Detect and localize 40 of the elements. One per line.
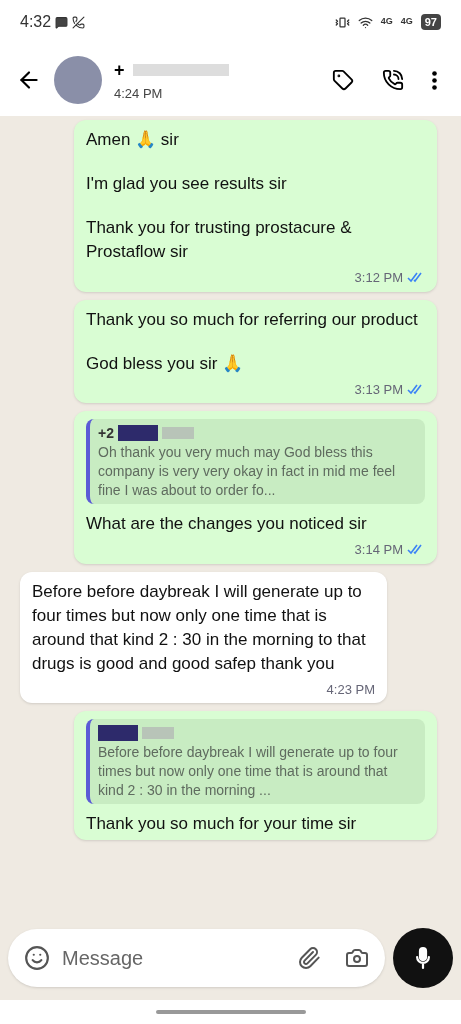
message-text: Amen 🙏 sir xyxy=(86,129,180,151)
attach-icon[interactable] xyxy=(297,946,321,970)
message-text: Thank you so much for referring our product xyxy=(86,308,419,331)
message-text: God bless you sir 🙏 xyxy=(86,352,245,375)
chat-icon xyxy=(55,15,69,29)
redaction-block xyxy=(98,725,138,741)
network-label: 4G xyxy=(380,15,393,29)
message-time: 3:13 PM xyxy=(354,380,403,399)
battery-level: 97 xyxy=(420,13,441,31)
message-field[interactable]: Message xyxy=(62,943,285,973)
wifi-icon xyxy=(357,14,373,30)
message-time: 3:12 PM xyxy=(354,269,403,287)
message-time: 3:14 PM xyxy=(354,541,403,559)
last-seen: 4:24 PM xyxy=(114,84,164,103)
tag-icon xyxy=(332,69,354,91)
camera-icon[interactable] xyxy=(345,946,369,970)
quoted-text: Before before daybreak I will generate up to four times but now only one time that is around that kind 2 : 30 in the morning ... xyxy=(98,743,399,800)
message-text: Thank you for trusting prostacure & Prostaflow sir xyxy=(86,217,353,263)
missed-call-icon xyxy=(72,15,86,29)
quoted-sender: +2 xyxy=(98,423,114,443)
clock: 4:32 xyxy=(20,12,52,32)
contact-name[interactable]: + xyxy=(114,56,125,84)
menu-icon xyxy=(432,70,437,90)
phone-icon xyxy=(382,69,404,91)
sticker-icon[interactable] xyxy=(24,945,50,971)
microphone-icon xyxy=(416,947,430,969)
redaction-block xyxy=(117,425,158,441)
redaction-block xyxy=(161,427,194,439)
message-text: Thank you so much for your time sir xyxy=(86,813,358,835)
mic-button[interactable] xyxy=(393,928,453,988)
avatar[interactable] xyxy=(54,56,102,104)
network-label: 4G xyxy=(400,15,413,29)
message-input[interactable]: Message xyxy=(8,929,385,987)
vibrate-icon xyxy=(334,14,350,30)
message-text: I'm glad you see results sir xyxy=(86,173,288,195)
message-text: What are the changes you noticed sir xyxy=(86,513,368,535)
message-time: 4:23 PM xyxy=(326,680,375,699)
quoted-text: Oh thank you very much may God bless this company is very very okay in fact in mid me feel fine I was about to order fo... xyxy=(98,443,397,500)
message-text: Before before daybreak I will generate up to four times but now only one time that is around that kind 2 : 30 in the morning to that drugs is good and good safep thank you xyxy=(32,580,367,675)
redaction-block xyxy=(142,727,174,739)
